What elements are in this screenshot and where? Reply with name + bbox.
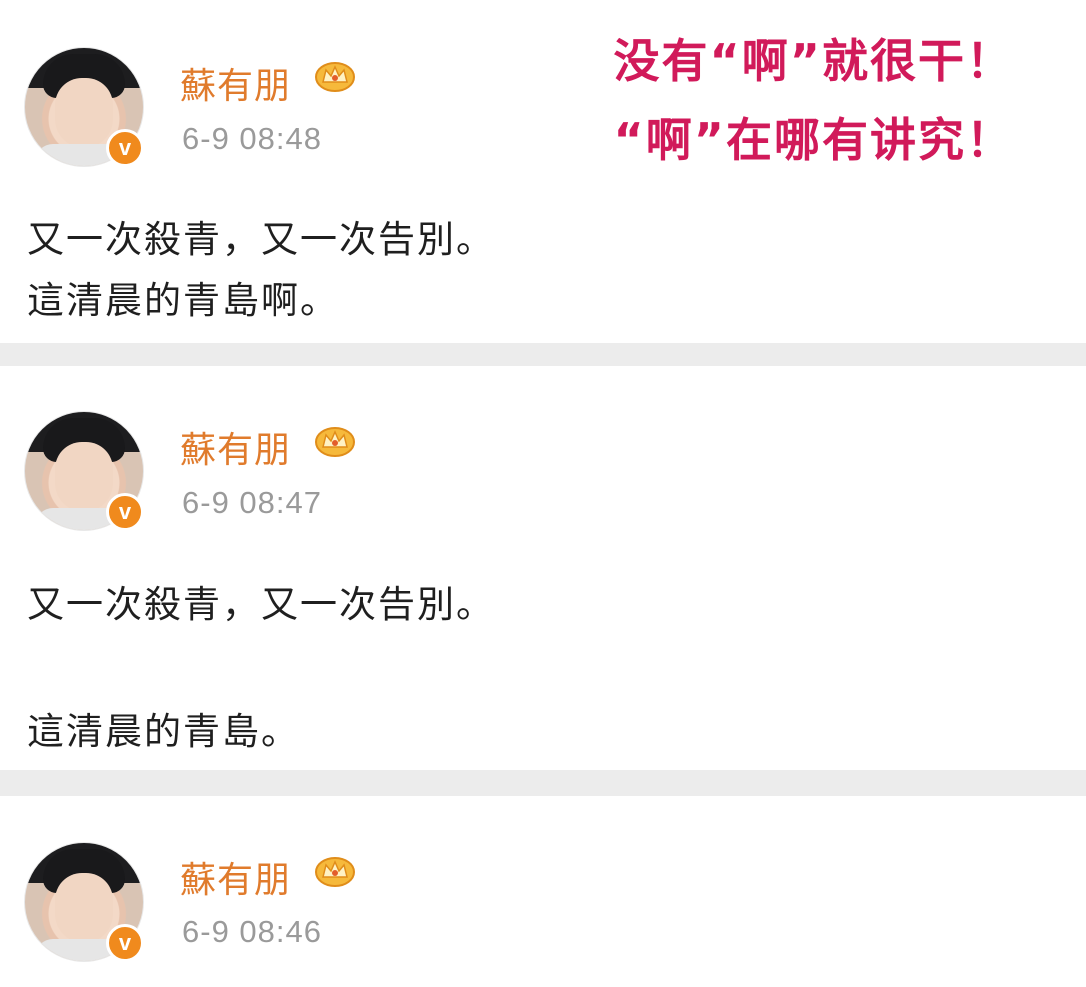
annotation-line: “啊”在哪有讲究！: [613, 113, 1014, 167]
avatar[interactable]: v: [24, 842, 144, 962]
post-timestamp: 6-9 08:47: [182, 485, 322, 520]
username[interactable]: 蘇有朋: [180, 421, 291, 473]
crown-icon: [315, 427, 355, 457]
crown-icon: [315, 857, 355, 887]
verified-badge-icon: v: [106, 924, 144, 962]
divider: [0, 770, 1086, 796]
divider: [0, 343, 1086, 366]
weibo-feed: v 蘇有朋 6-9 08:48 又一次殺青，又一次告別。 這清晨的青島啊。 没有…: [0, 0, 1086, 987]
post-text-line: 這清晨的青島。: [27, 710, 300, 753]
verified-badge-icon: v: [106, 493, 144, 531]
username[interactable]: 蘇有朋: [180, 57, 291, 109]
verified-badge-icon: v: [106, 129, 144, 167]
post-card[interactable]: v 蘇有朋 6-9 08:47 又一次殺青，又一次告別。 這清晨的青島。: [0, 366, 1086, 770]
avatar[interactable]: v: [24, 47, 144, 167]
crown-icon: [315, 62, 355, 92]
post-text-line: 又一次殺青，又一次告別。: [27, 218, 495, 261]
post-text-line: 這清晨的青島啊。: [27, 279, 339, 322]
post-card[interactable]: v 蘇有朋 6-9 08:46: [0, 796, 1086, 987]
post-text-line: 又一次殺青，又一次告別。: [27, 583, 495, 626]
post-card[interactable]: v 蘇有朋 6-9 08:48 又一次殺青，又一次告別。 這清晨的青島啊。 没有…: [0, 0, 1086, 343]
annotation-line: 没有“啊”就很干！: [613, 34, 1014, 88]
post-timestamp: 6-9 08:48: [182, 121, 322, 156]
post-timestamp: 6-9 08:46: [182, 914, 322, 949]
username[interactable]: 蘇有朋: [180, 851, 291, 903]
avatar[interactable]: v: [24, 411, 144, 531]
